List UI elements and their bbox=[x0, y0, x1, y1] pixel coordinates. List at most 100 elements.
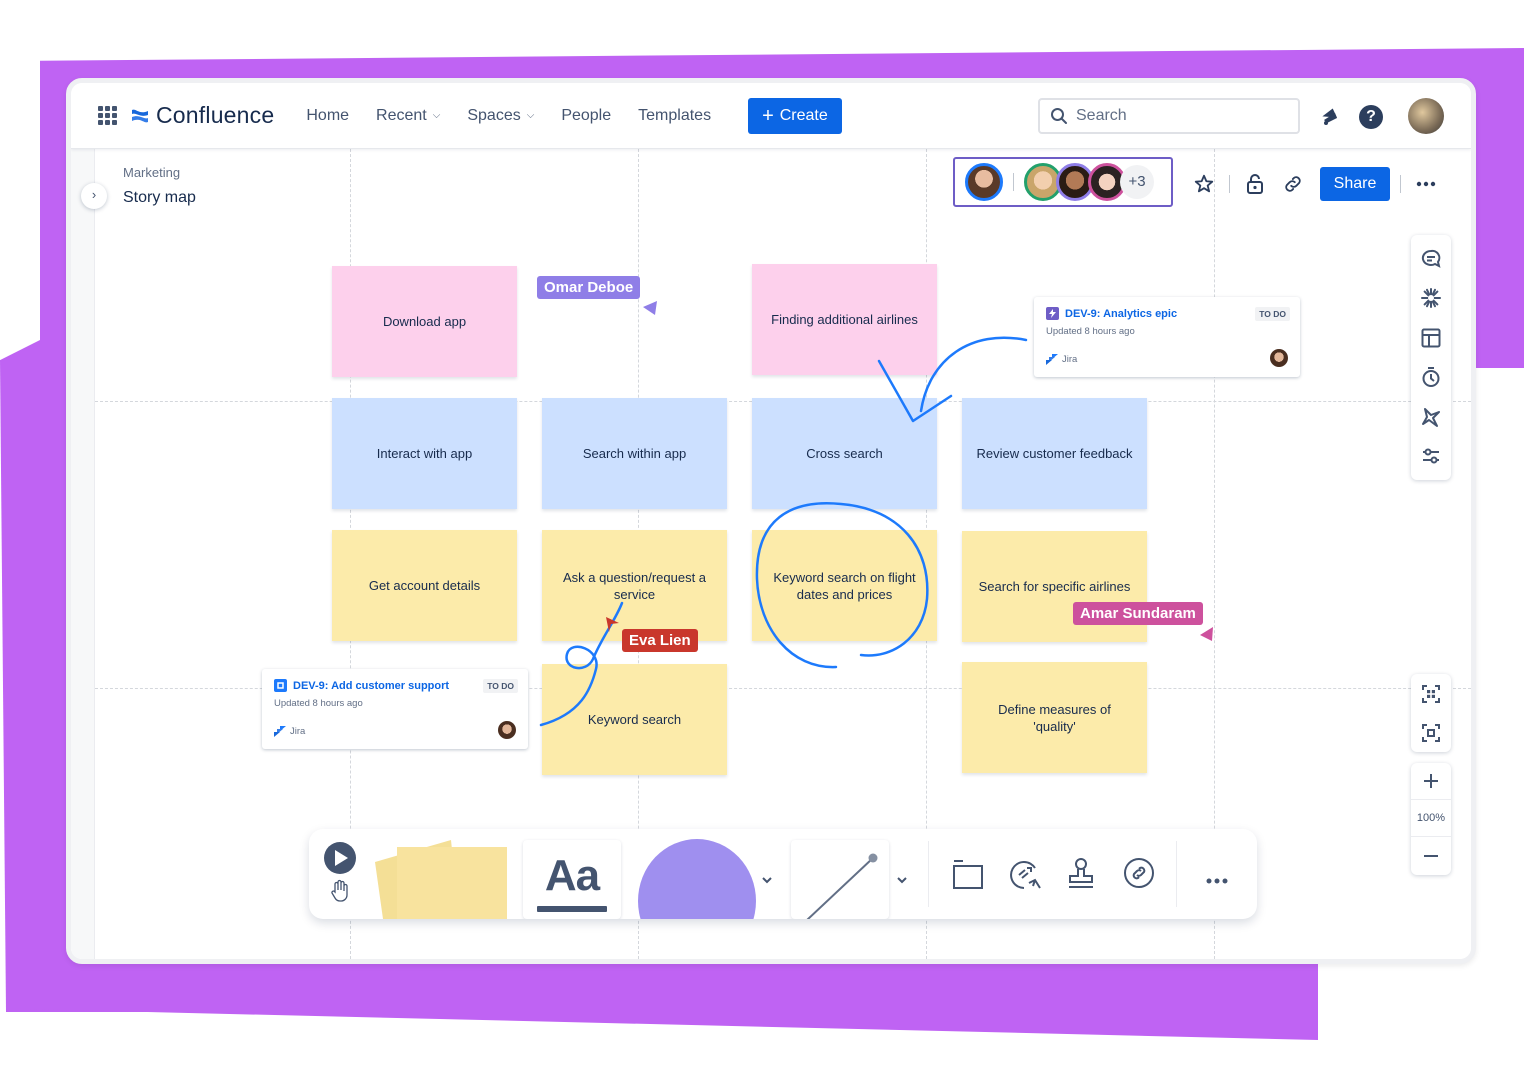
whiteboard-canvas[interactable]: › Marketing Story map +3 Share 100% Down… bbox=[71, 149, 1471, 959]
collaborator-avatar-current[interactable] bbox=[965, 163, 1003, 201]
sticky-note[interactable]: Interact with app bbox=[332, 398, 517, 509]
status-badge: TO DO bbox=[483, 679, 518, 693]
cursor-arrow-icon bbox=[1200, 627, 1213, 641]
nav-recent-label: Recent bbox=[376, 106, 427, 124]
sticky-note[interactable]: Cross search bbox=[752, 398, 937, 509]
collaborators-group[interactable]: +3 bbox=[953, 157, 1173, 207]
cursor-label-omar: Omar Deboe bbox=[537, 276, 641, 299]
fit-to-content-icon[interactable] bbox=[1411, 674, 1451, 713]
zoom-level[interactable]: 100% bbox=[1411, 800, 1451, 837]
jira-logo-icon bbox=[274, 726, 286, 737]
epic-icon bbox=[1046, 307, 1059, 320]
jira-issue-title[interactable]: DEV-9: Analytics epic bbox=[1065, 308, 1177, 320]
text-tool[interactable]: Aa bbox=[523, 840, 621, 919]
plus-icon: + bbox=[762, 104, 774, 127]
assignee-avatar[interactable] bbox=[1270, 349, 1288, 367]
shape-tool[interactable] bbox=[637, 839, 757, 919]
sticky-note[interactable]: Define measures of 'quality' bbox=[962, 662, 1147, 773]
status-badge: TO DO bbox=[1255, 307, 1290, 321]
template-icon[interactable] bbox=[1411, 318, 1451, 358]
breadcrumb[interactable]: Marketing bbox=[123, 165, 180, 180]
notifications-icon[interactable] bbox=[1319, 105, 1341, 127]
nav-templates-label: Templates bbox=[638, 106, 712, 124]
divider bbox=[1013, 173, 1014, 191]
story-icon bbox=[274, 679, 287, 692]
app-switcher-icon[interactable] bbox=[98, 105, 118, 126]
jira-issue-card[interactable]: DEV-9: Analytics epic TO DO Updated 8 ho… bbox=[1034, 297, 1300, 377]
search-icon bbox=[1051, 108, 1067, 124]
profile-avatar[interactable] bbox=[1408, 98, 1444, 134]
zoom-controls: 100% bbox=[1411, 763, 1451, 875]
fit-to-selection-icon[interactable] bbox=[1411, 713, 1451, 752]
hand-pan-icon[interactable] bbox=[329, 879, 351, 908]
help-icon[interactable]: ? bbox=[1359, 105, 1383, 129]
top-navigation: Confluence Home Recent ⌵ Spaces ⌵ People T… bbox=[71, 83, 1471, 149]
cursor-arrow-icon bbox=[606, 617, 619, 632]
sticky-text: Search within app bbox=[582, 446, 687, 461]
sticky-note[interactable]: Get account details bbox=[332, 530, 517, 641]
sticky-note[interactable]: Search within app bbox=[542, 398, 727, 509]
timer-icon[interactable] bbox=[1411, 358, 1451, 398]
sticky-note[interactable]: Search for specific airlines bbox=[962, 531, 1147, 642]
select-pointer-icon[interactable] bbox=[323, 841, 357, 880]
nav-people[interactable]: People bbox=[561, 107, 611, 125]
sticky-note[interactable]: Keyword search bbox=[542, 664, 727, 775]
zoom-out-icon[interactable] bbox=[1411, 837, 1451, 874]
more-collaborators-count[interactable]: +3 bbox=[1120, 165, 1154, 199]
sticky-text: Ask a question/request a service bbox=[562, 569, 707, 602]
nav-spaces-label: Spaces bbox=[467, 106, 521, 124]
more-options-icon[interactable] bbox=[1411, 169, 1441, 199]
star-icon[interactable] bbox=[1189, 169, 1219, 199]
sticky-note[interactable]: Ask a question/request a service bbox=[542, 530, 727, 641]
vote-icon[interactable] bbox=[1411, 397, 1451, 437]
frame-icon[interactable] bbox=[951, 859, 983, 896]
assignee-avatar[interactable] bbox=[498, 721, 516, 739]
nav-recent[interactable]: Recent ⌵ bbox=[376, 107, 440, 125]
share-button[interactable]: Share bbox=[1320, 167, 1390, 201]
sticky-note[interactable]: Download app bbox=[332, 266, 517, 377]
smart-connect-icon[interactable] bbox=[1009, 858, 1043, 897]
jira-updated-time: Updated 8 hours ago bbox=[274, 698, 363, 709]
sticky-text: Cross search bbox=[806, 446, 883, 461]
sticky-note[interactable]: Review customer feedback bbox=[962, 398, 1147, 509]
comment-icon[interactable] bbox=[1411, 239, 1451, 279]
jira-source: Jira bbox=[274, 726, 305, 737]
toolbar-divider bbox=[1176, 841, 1177, 907]
nav-home-label: Home bbox=[306, 106, 350, 124]
ai-sparkle-icon[interactable] bbox=[1411, 279, 1451, 319]
confluence-logo-icon bbox=[132, 109, 148, 122]
nav-spaces[interactable]: Spaces ⌵ bbox=[467, 107, 534, 125]
line-dropdown-chevron-icon[interactable] bbox=[896, 871, 908, 889]
sticky-text: Get account details bbox=[368, 578, 481, 593]
zoom-in-icon[interactable] bbox=[1411, 763, 1451, 800]
sticky-text: Search for specific airlines bbox=[978, 579, 1131, 594]
line-tool[interactable] bbox=[791, 840, 889, 919]
jira-source-label: Jira bbox=[1062, 354, 1078, 365]
unlock-icon[interactable] bbox=[1240, 169, 1270, 199]
creation-toolbar: Aa bbox=[309, 829, 1257, 919]
page-actions: Share bbox=[1189, 167, 1441, 201]
more-icon[interactable] bbox=[1206, 871, 1228, 889]
expand-sidebar-button[interactable]: › bbox=[81, 183, 107, 209]
search-input[interactable]: Search bbox=[1038, 98, 1300, 134]
sticky-note[interactable]: Keyword search on flight dates and price… bbox=[752, 530, 937, 641]
nav-templates[interactable]: Templates bbox=[638, 107, 711, 125]
cursor-arrow-icon bbox=[643, 301, 657, 315]
link-icon[interactable] bbox=[1123, 857, 1155, 894]
confluence-logo[interactable]: Confluence bbox=[130, 102, 274, 129]
nav-home[interactable]: Home bbox=[306, 107, 349, 125]
settings-sliders-icon[interactable] bbox=[1411, 437, 1451, 477]
jira-issue-title[interactable]: DEV-9: Add customer support bbox=[293, 680, 449, 692]
create-button-label: Create bbox=[779, 106, 828, 124]
shape-dropdown-chevron-icon[interactable] bbox=[761, 871, 773, 889]
create-button[interactable]: + Create bbox=[748, 97, 842, 134]
jira-issue-card[interactable]: DEV-9: Add customer support TO DO Update… bbox=[262, 669, 528, 749]
link-icon[interactable] bbox=[1278, 169, 1308, 199]
sticky-note-tool[interactable] bbox=[371, 839, 511, 919]
toolbar-divider bbox=[928, 841, 929, 907]
sticky-text: Keyword search bbox=[587, 712, 682, 727]
sticky-text: Download app bbox=[382, 314, 467, 329]
stamp-icon[interactable] bbox=[1066, 857, 1096, 896]
sticky-note[interactable]: Finding additional airlines bbox=[752, 264, 937, 375]
right-toolbar bbox=[1411, 235, 1451, 480]
